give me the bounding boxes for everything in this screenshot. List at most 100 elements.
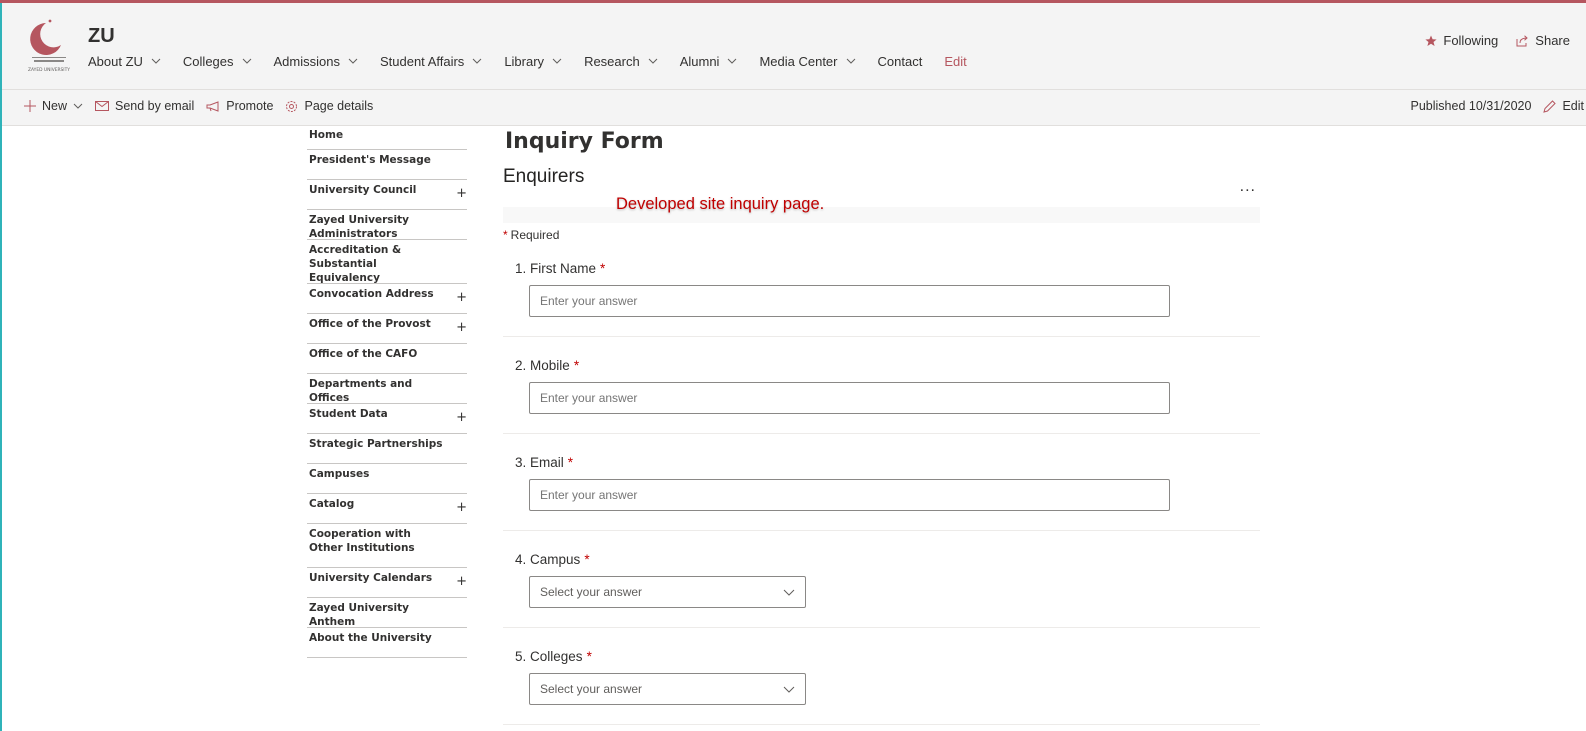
quicknav-item-convocation-address[interactable]: Convocation Address + <box>307 284 467 314</box>
required-star: * <box>567 455 574 470</box>
nav-item-label: Alumni <box>679 53 720 69</box>
nav-admissions[interactable]: Admissions <box>274 54 358 69</box>
form-title: Enquirers <box>503 166 585 187</box>
select-placeholder: Select your answer <box>540 682 643 696</box>
more-options-icon[interactable]: ... <box>1240 178 1256 196</box>
share-label: Share <box>1535 33 1570 48</box>
command-bar: New Send by email Promote Page details P… <box>2 89 1586 126</box>
logo-caption: ZAYED UNIVERSITY <box>28 67 70 73</box>
quicknav-item-university-council[interactable]: University Council + <box>307 180 467 210</box>
nav-colleges[interactable]: Colleges <box>183 54 252 69</box>
chevron-down-icon <box>846 58 855 64</box>
quicknav-item-office-of-the-cafo[interactable]: Office of the CAFO <box>307 344 467 374</box>
quicknav-item-anthem[interactable]: Zayed University Anthem <box>307 598 467 628</box>
share-icon <box>1516 34 1529 46</box>
published-status: Published 10/31/2020 <box>1410 99 1532 113</box>
campus-select[interactable]: Select your answer <box>529 576 806 608</box>
expand-plus-icon[interactable]: + <box>456 575 467 589</box>
quicknav-item-catalog[interactable]: Catalog + <box>307 494 467 524</box>
quicknav-item-label: University Calendars <box>309 572 433 584</box>
nav-edit-link[interactable]: Edit <box>944 54 966 69</box>
nav-student-affairs[interactable]: Student Affairs <box>380 54 482 69</box>
quicknav-item-home[interactable]: Home <box>307 126 467 150</box>
quicknav-item-label: Office of the CAFO <box>309 348 418 360</box>
chevron-down-icon <box>648 58 658 64</box>
quicknav-item-student-data[interactable]: Student Data + <box>307 404 467 434</box>
quicknav-item-label: About the University <box>309 632 432 644</box>
question-label: 5. Colleges * <box>515 649 592 664</box>
new-label: New <box>42 99 68 113</box>
share-button[interactable]: Share <box>1516 33 1570 48</box>
quicknav-item-accreditation[interactable]: Accreditation & Substantial Equivalency <box>307 240 467 284</box>
page-details-label: Page details <box>304 99 374 113</box>
quicknav-item-about-the-university[interactable]: About the University <box>307 628 467 658</box>
question-label: 2. Mobile * <box>515 358 579 373</box>
email-input[interactable] <box>529 479 1170 511</box>
quicknav-item-campuses[interactable]: Campuses <box>307 464 467 494</box>
quicknav-item-label: Catalog <box>309 498 355 510</box>
quicknav-item-university-calendars[interactable]: University Calendars + <box>307 568 467 598</box>
nav-research[interactable]: Research <box>584 54 658 69</box>
quicknav-item-label: Office of the Provost <box>309 318 431 330</box>
quicknav-item-label: Home <box>309 129 344 141</box>
quicknav-item-label: Cooperation with Other Institutions <box>309 528 415 554</box>
page-details-button[interactable]: Page details <box>285 99 373 113</box>
promote-label: Promote <box>226 99 274 113</box>
quicknav-item-label: Departments and Offices <box>309 378 413 404</box>
expand-plus-icon[interactable]: + <box>456 291 467 305</box>
quicknav-item-cooperation[interactable]: Cooperation with Other Institutions <box>307 524 467 568</box>
new-button[interactable]: New <box>24 99 83 113</box>
nav-item-label: Admissions <box>273 53 340 69</box>
nav-alumni[interactable]: Alumni <box>680 54 738 69</box>
required-star: * <box>584 552 590 567</box>
top-navigation: About ZU Colleges Admissions Student Aff… <box>88 51 967 71</box>
star-icon <box>1425 35 1437 46</box>
edit-page-button[interactable]: Edit <box>1543 99 1584 113</box>
nav-item-label: Research <box>584 53 640 69</box>
expand-plus-icon[interactable]: + <box>456 501 467 515</box>
first-name-input[interactable] <box>529 285 1170 317</box>
quicknav-item-office-of-the-provost[interactable]: Office of the Provost + <box>307 314 467 344</box>
quicknav-item-label: Zayed University Administrators <box>309 214 409 240</box>
nav-about-zu[interactable]: About ZU <box>88 54 161 69</box>
nav-item-label: Media Center <box>759 53 838 69</box>
question-number: 5. <box>515 649 527 664</box>
quicknav-item-strategic-partnerships[interactable]: Strategic Partnerships <box>307 434 467 464</box>
quicknav-item-presidents-message[interactable]: President's Message <box>307 150 467 180</box>
question-colleges: 5. Colleges * Select your answer <box>503 628 1260 725</box>
chevron-down-icon <box>728 58 737 64</box>
quicknav-item-label: Accreditation & Substantial Equivalency <box>309 244 402 284</box>
edit-label: Edit <box>1562 99 1584 113</box>
question-label: 3. Email * <box>515 455 573 470</box>
colleges-select[interactable]: Select your answer <box>529 673 806 705</box>
send-by-email-label: Send by email <box>115 99 195 113</box>
question-number: 2. <box>515 358 527 373</box>
pencil-icon <box>1543 99 1557 113</box>
gear-icon <box>286 100 298 112</box>
quicknav-item-administrators[interactable]: Zayed University Administrators <box>307 210 467 240</box>
question-text: Colleges <box>530 649 583 664</box>
following-button[interactable]: Following <box>1425 33 1498 48</box>
promote-button[interactable]: Promote <box>206 99 273 113</box>
select-placeholder: Select your answer <box>540 585 643 599</box>
zu-logo[interactable]: ZAYED UNIVERSITY <box>24 17 74 75</box>
send-by-email-button[interactable]: Send by email <box>95 99 194 113</box>
expand-plus-icon[interactable]: + <box>456 321 467 335</box>
mobile-input[interactable] <box>529 382 1170 414</box>
question-label: 1. First Name * <box>515 261 605 276</box>
megaphone-icon <box>206 100 219 112</box>
site-header: ZAYED UNIVERSITY ZU About ZU Colleges Ad… <box>2 3 1586 89</box>
nav-media-center[interactable]: Media Center <box>759 54 855 69</box>
following-label: Following <box>1443 33 1499 48</box>
nav-contact[interactable]: Contact <box>878 54 923 69</box>
quicknav-item-departments-and-offices[interactable]: Departments and Offices <box>307 374 467 404</box>
question-number: 4. <box>515 552 527 567</box>
expand-plus-icon[interactable]: + <box>456 187 467 201</box>
chevron-down-icon <box>472 58 482 64</box>
mail-icon <box>95 101 110 111</box>
nav-item-label: Student Affairs <box>379 53 465 69</box>
expand-plus-icon[interactable]: + <box>456 411 467 425</box>
site-title[interactable]: ZU <box>88 25 115 48</box>
chevron-down-icon <box>552 58 562 64</box>
nav-library[interactable]: Library <box>504 54 562 69</box>
